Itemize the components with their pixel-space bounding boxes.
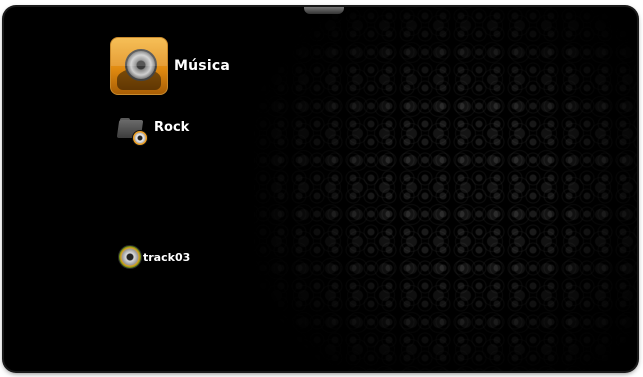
track-item[interactable]: track03 <box>118 245 190 269</box>
media-browser-screen: Música Rock track03 <box>4 7 637 371</box>
music-badge-graphic <box>132 130 148 146</box>
category-musica[interactable]: Música <box>110 37 230 95</box>
folder-label: Rock <box>154 119 190 135</box>
music-disc-icon <box>110 37 168 95</box>
folder-rock[interactable]: Rock <box>116 118 190 146</box>
folder-music-icon <box>116 118 148 146</box>
bokeh-background-pattern-secondary <box>254 7 637 371</box>
audio-track-icon <box>118 245 142 269</box>
track-label: track03 <box>143 250 191 264</box>
disc-graphic <box>125 49 157 81</box>
category-label: Música <box>174 58 230 74</box>
